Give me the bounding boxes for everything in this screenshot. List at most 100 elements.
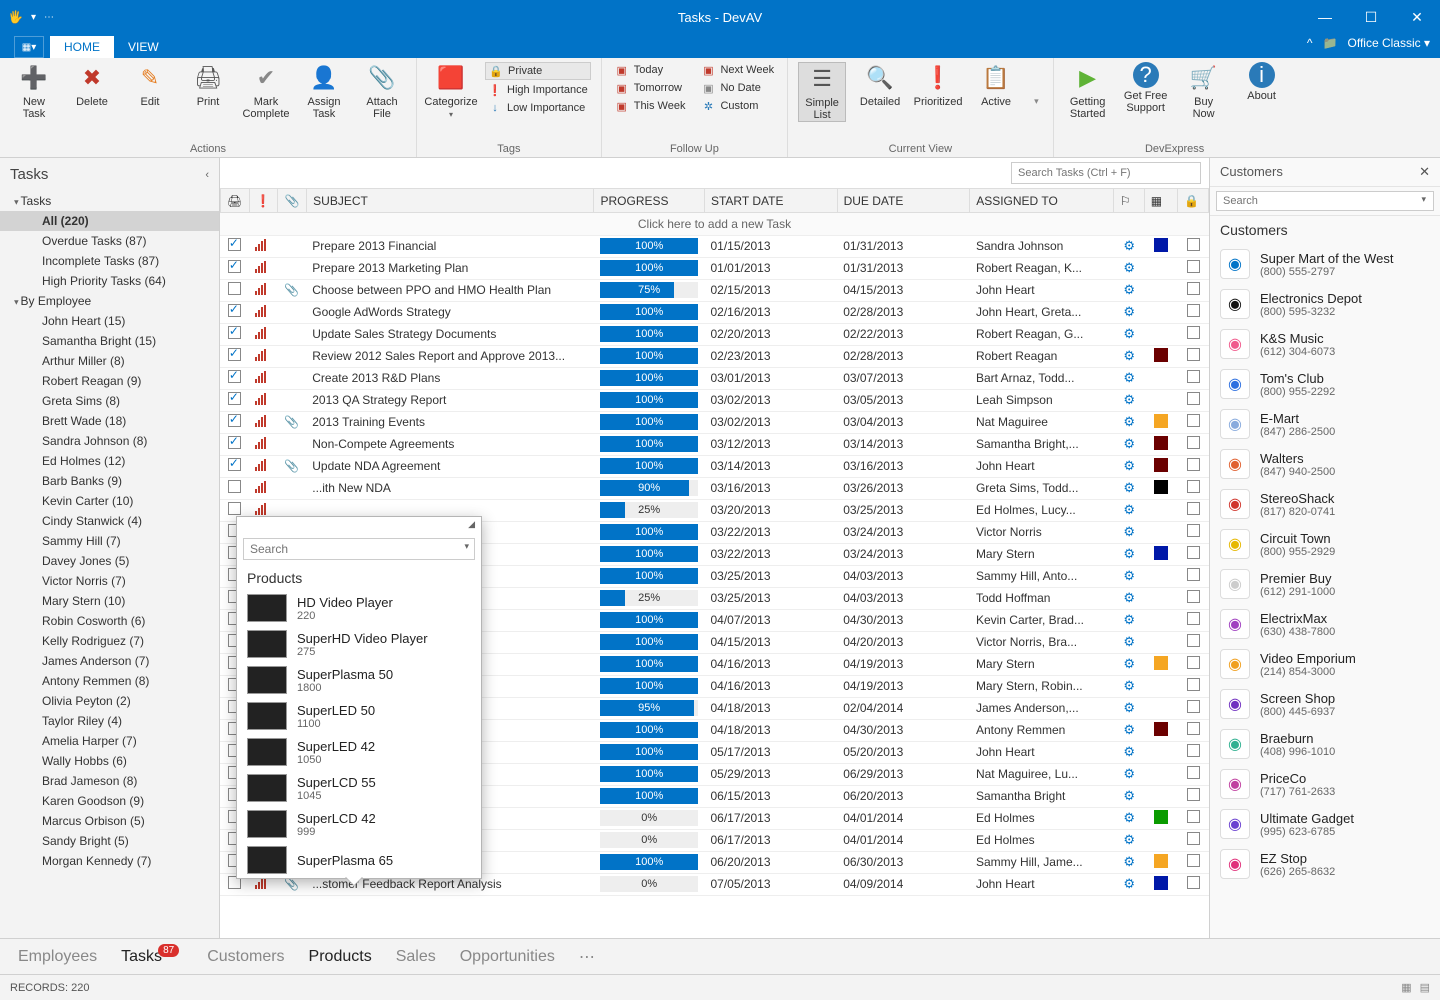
tomorrow-button[interactable]: ▣Tomorrow xyxy=(612,80,689,96)
product-item[interactable]: SuperLCD 42999 xyxy=(237,806,481,842)
nav-item[interactable]: Arthur Miller (8) xyxy=(0,351,219,371)
gear-icon[interactable]: ⚙ xyxy=(1123,612,1135,627)
low-importance-button[interactable]: ↓Low Importance xyxy=(485,100,591,116)
gear-icon[interactable]: ⚙ xyxy=(1123,282,1135,297)
row-lock-checkbox[interactable] xyxy=(1187,414,1200,427)
row-checkbox[interactable] xyxy=(228,502,241,515)
row-lock-checkbox[interactable] xyxy=(1187,458,1200,471)
minimize-button[interactable]: — xyxy=(1302,0,1348,34)
nav-collapse-icon[interactable]: ‹ xyxy=(205,169,209,181)
nav-item[interactable]: Amelia Harper (7) xyxy=(0,731,219,751)
nav-group[interactable]: By Employee xyxy=(0,291,219,311)
row-checkbox[interactable] xyxy=(228,458,241,471)
table-row[interactable]: 📎2013 Training Events100%03/02/201303/04… xyxy=(220,411,1209,433)
row-checkbox[interactable] xyxy=(228,414,241,427)
row-checkbox[interactable] xyxy=(228,304,241,317)
row-checkbox[interactable] xyxy=(228,370,241,383)
nav-item[interactable]: Kelly Rodriguez (7) xyxy=(0,631,219,651)
customer-item[interactable]: ◉EZ Stop(626) 265-8632 xyxy=(1210,844,1440,884)
gear-icon[interactable]: ⚙ xyxy=(1123,766,1135,781)
qat-more[interactable]: ⋯ xyxy=(44,12,54,23)
row-lock-checkbox[interactable] xyxy=(1187,348,1200,361)
simple-list-button[interactable]: ☰Simple List xyxy=(798,62,846,122)
col-check[interactable]: 🖨 xyxy=(221,189,250,213)
row-lock-checkbox[interactable] xyxy=(1187,282,1200,295)
customer-item[interactable]: ◉StereoShack(817) 820-0741 xyxy=(1210,484,1440,524)
row-lock-checkbox[interactable] xyxy=(1187,612,1200,625)
gear-icon[interactable]: ⚙ xyxy=(1123,590,1135,605)
gear-icon[interactable]: ⚙ xyxy=(1123,480,1135,495)
table-row[interactable]: Prepare 2013 Financial100%01/15/201301/3… xyxy=(220,235,1209,257)
row-lock-checkbox[interactable] xyxy=(1187,326,1200,339)
row-lock-checkbox[interactable] xyxy=(1187,678,1200,691)
buy-now-button[interactable]: 🛒Buy Now xyxy=(1180,62,1228,120)
gear-icon[interactable]: ⚙ xyxy=(1123,348,1135,363)
nav-item[interactable]: Kevin Carter (10) xyxy=(0,491,219,511)
product-item[interactable]: SuperLED 421050 xyxy=(237,734,481,770)
col-attach[interactable]: 📎 xyxy=(278,189,307,213)
customer-item[interactable]: ◉Circuit Town(800) 955-2929 xyxy=(1210,524,1440,564)
col-due[interactable]: DUE DATE xyxy=(837,189,970,213)
row-checkbox[interactable] xyxy=(228,348,241,361)
nav-item[interactable]: James Anderson (7) xyxy=(0,651,219,671)
row-lock-checkbox[interactable] xyxy=(1187,436,1200,449)
nav-item[interactable]: Davey Jones (5) xyxy=(0,551,219,571)
grid-search-input[interactable] xyxy=(1011,162,1201,184)
file-button[interactable]: ▦▾ xyxy=(14,36,44,58)
active-button[interactable]: 📋Active xyxy=(972,62,1020,108)
gear-icon[interactable]: ⚙ xyxy=(1123,458,1135,473)
col-priority[interactable]: ❗ xyxy=(249,189,278,213)
close-button[interactable]: ✕ xyxy=(1394,0,1440,34)
row-lock-checkbox[interactable] xyxy=(1187,656,1200,669)
customer-item[interactable]: ◉E-Mart(847) 286-2500 xyxy=(1210,404,1440,444)
col-lock[interactable]: 🔒 xyxy=(1177,189,1208,213)
row-lock-checkbox[interactable] xyxy=(1187,876,1200,889)
customer-item[interactable]: ◉Tom's Club(800) 955-2292 xyxy=(1210,364,1440,404)
tab-home[interactable]: HOME xyxy=(50,36,114,58)
tab-view[interactable]: VIEW xyxy=(114,36,173,58)
nav-item[interactable]: John Heart (15) xyxy=(0,311,219,331)
row-lock-checkbox[interactable] xyxy=(1187,810,1200,823)
dropdown-icon[interactable]: ▾ xyxy=(1421,194,1426,205)
product-item[interactable]: SuperLCD 551045 xyxy=(237,770,481,806)
ribbon-collapse-icon[interactable]: ^ xyxy=(1307,36,1313,50)
private-toggle[interactable]: 🔒Private xyxy=(485,62,591,80)
gear-icon[interactable]: ⚙ xyxy=(1123,744,1135,759)
nav-item[interactable]: Barb Banks (9) xyxy=(0,471,219,491)
gear-icon[interactable]: ⚙ xyxy=(1123,392,1135,407)
table-row[interactable]: 2013 QA Strategy Report100%03/02/201303/… xyxy=(220,389,1209,411)
col-assigned[interactable]: ASSIGNED TO xyxy=(970,189,1114,213)
nav-item[interactable]: Samantha Bright (15) xyxy=(0,331,219,351)
view-mode-icon[interactable]: ▤ xyxy=(1420,981,1430,994)
dropdown-icon[interactable]: ▾ xyxy=(464,541,469,552)
row-checkbox[interactable] xyxy=(228,392,241,405)
gear-icon[interactable]: ⚙ xyxy=(1123,414,1135,429)
nav-item[interactable]: Ed Holmes (12) xyxy=(0,451,219,471)
gear-icon[interactable]: ⚙ xyxy=(1123,810,1135,825)
thisweek-button[interactable]: ▣This Week xyxy=(612,98,689,114)
customer-item[interactable]: ◉Braeburn(408) 996-1010 xyxy=(1210,724,1440,764)
gear-icon[interactable]: ⚙ xyxy=(1123,722,1135,737)
nav-item[interactable]: High Priority Tasks (64) xyxy=(0,271,219,291)
customer-item[interactable]: ◉Ultimate Gadget(995) 623-6785 xyxy=(1210,804,1440,844)
nav-item[interactable]: Cindy Stanwick (4) xyxy=(0,511,219,531)
row-lock-checkbox[interactable] xyxy=(1187,546,1200,559)
nav-item[interactable]: Taylor Riley (4) xyxy=(0,711,219,731)
bottomnav-item[interactable]: Opportunities xyxy=(460,948,555,966)
delete-button[interactable]: ✖Delete xyxy=(68,62,116,108)
nextweek-button[interactable]: ▣Next Week xyxy=(698,62,777,78)
today-button[interactable]: ▣Today xyxy=(612,62,689,78)
gear-icon[interactable]: ⚙ xyxy=(1123,788,1135,803)
maximize-button[interactable]: ☐ xyxy=(1348,0,1394,34)
nav-item[interactable]: Robert Reagan (9) xyxy=(0,371,219,391)
row-checkbox[interactable] xyxy=(228,238,241,251)
row-checkbox[interactable] xyxy=(228,282,241,295)
categorize-button[interactable]: 🟥Categorize▾ xyxy=(427,62,475,119)
customer-item[interactable]: ◉Video Emporium(214) 854-3000 xyxy=(1210,644,1440,684)
nav-item[interactable]: Marcus Orbison (5) xyxy=(0,811,219,831)
product-item[interactable]: SuperPlasma 501800 xyxy=(237,662,481,698)
assign-task-button[interactable]: 👤Assign Task xyxy=(300,62,348,120)
gear-icon[interactable]: ⚙ xyxy=(1123,370,1135,385)
product-item[interactable]: SuperHD Video Player275 xyxy=(237,626,481,662)
gear-icon[interactable]: ⚙ xyxy=(1123,326,1135,341)
